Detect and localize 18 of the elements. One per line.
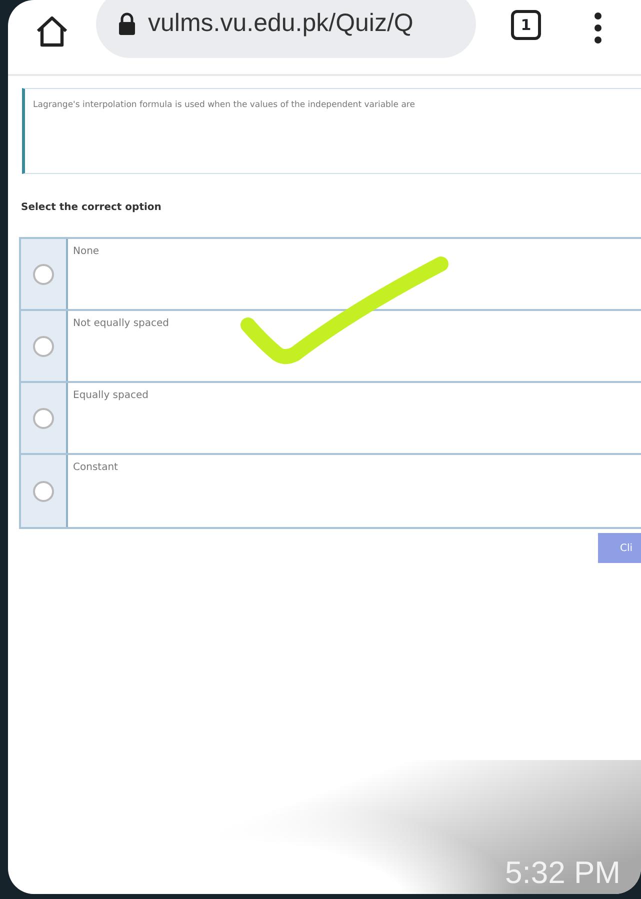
option-text[interactable]: Constant	[68, 455, 641, 527]
url-text: vulms.vu.edu.pk/Quiz/Q	[148, 8, 414, 40]
question-box: Lagrange's interpolation formula is used when the values of the independent variable are	[22, 88, 641, 174]
instruction-text: Select the correct option	[21, 201, 162, 215]
submit-button[interactable]: Cli	[598, 533, 641, 563]
option-text[interactable]: None	[68, 239, 641, 309]
option-text[interactable]: Not equally spaced	[68, 311, 641, 381]
option-text[interactable]: Equally spaced	[68, 383, 641, 453]
lock-icon	[118, 12, 136, 36]
timestamp: 5:32 PM	[505, 854, 620, 892]
tab-count-button[interactable]: 1	[511, 10, 541, 40]
radio-button[interactable]	[33, 264, 54, 284]
menu-icon[interactable]	[593, 12, 603, 44]
radio-button[interactable]	[33, 336, 54, 356]
radio-button[interactable]	[33, 480, 54, 502]
radio-button[interactable]	[33, 408, 54, 428]
address-bar[interactable]: vulms.vu.edu.pk/Quiz/Q	[96, 0, 476, 58]
home-icon[interactable]	[34, 14, 70, 48]
